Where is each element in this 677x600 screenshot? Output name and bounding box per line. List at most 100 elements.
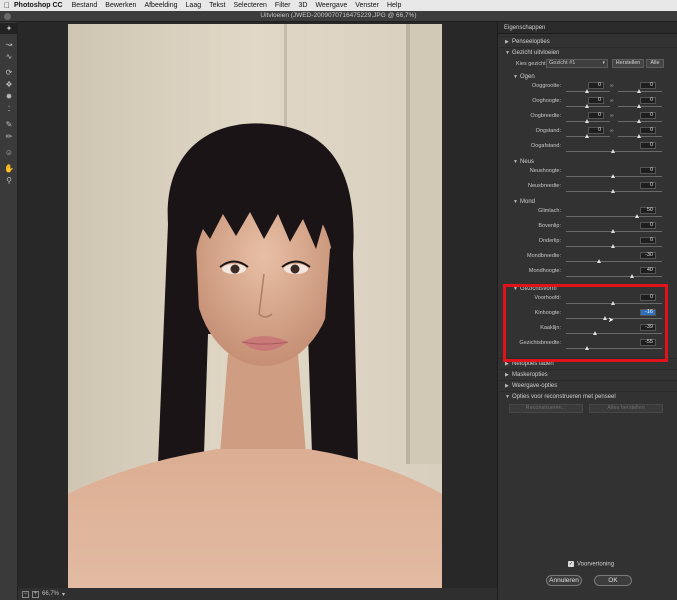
left-value-field[interactable]: 0 [588, 82, 604, 89]
left-slider-thumb[interactable] [585, 119, 589, 123]
slider-thumb[interactable] [635, 214, 639, 218]
value-field[interactable]: 0 [640, 182, 656, 189]
app-name[interactable]: Photoshop CC [14, 2, 63, 9]
left-slider-thumb[interactable] [585, 104, 589, 108]
forward-warp-tool-icon[interactable]: ✦ [0, 23, 18, 34]
section-label: Gezicht uitvloeien [512, 50, 560, 56]
collapsed-triangle-icon: ▶ [505, 383, 509, 389]
value-field[interactable]: 0 [640, 237, 656, 244]
slider-thumb[interactable] [597, 259, 601, 263]
menu-weergave[interactable]: Weergave [315, 2, 347, 9]
ok-button[interactable]: OK [594, 575, 632, 586]
value-field[interactable]: 0 [640, 222, 656, 229]
slider-label: Neushoogte: [529, 168, 561, 174]
hand-tool-icon[interactable]: ✋ [0, 163, 18, 174]
right-value-field[interactable]: 0 [640, 112, 656, 119]
slider-thumb[interactable] [630, 274, 634, 278]
slider-label: Ooghoogte: [532, 98, 561, 104]
section-weergave-opties[interactable]: ▶ Weergave-opties [498, 380, 677, 391]
right-value-field[interactable]: 0 [640, 127, 656, 134]
oogstand-row: Oogstand: 0 ∞ 0 [498, 127, 677, 142]
subsection-label: Ogen [520, 74, 535, 80]
zoom-dropdown-icon[interactable]: ▾ [62, 591, 65, 598]
reconstrueren-button[interactable]: Reconstrueren... [509, 404, 583, 413]
slider-thumb[interactable] [611, 174, 615, 178]
thaw-mask-tool-icon[interactable]: ✏ [0, 131, 18, 142]
link-icon[interactable]: ∞ [610, 113, 614, 119]
menu-help[interactable]: Help [387, 2, 401, 9]
menu-filter[interactable]: Filter [275, 2, 291, 9]
subsection-mond[interactable]: ▼ Mond [498, 197, 677, 207]
section-maskeropties[interactable]: ▶ Maskeropties [498, 369, 677, 380]
slider-thumb[interactable] [611, 244, 615, 248]
section-gezicht-uitvloeien[interactable]: ▼ Gezicht uitvloeien [498, 47, 677, 58]
cancel-button[interactable]: Annuleren [546, 575, 582, 586]
slider-thumb[interactable] [611, 229, 615, 233]
alle-button[interactable]: Alle [646, 59, 664, 68]
checkmark-icon: ✓ [568, 561, 574, 567]
herstellen-button[interactable]: Herstellen [612, 59, 644, 68]
slider-thumb[interactable] [611, 189, 615, 193]
value-field[interactable]: 50 [640, 207, 656, 214]
slider-label: Oogstand: [535, 128, 561, 134]
menu-3d[interactable]: 3D [298, 2, 307, 9]
face-tool-icon[interactable]: ☺ [0, 147, 18, 158]
menu-bewerken[interactable]: Bewerken [105, 2, 136, 9]
push-left-tool-icon[interactable]: ⍘ [0, 103, 18, 114]
left-value-field[interactable]: 0 [588, 127, 604, 134]
value-field[interactable]: -30 [640, 252, 656, 259]
subsection-ogen[interactable]: ▼ Ogen [498, 72, 677, 82]
pucker-tool-icon[interactable]: ❖ [0, 79, 18, 90]
left-value-field[interactable]: 0 [588, 97, 604, 104]
right-slider-thumb[interactable] [637, 89, 641, 93]
link-icon[interactable]: ∞ [610, 83, 614, 89]
right-value-field[interactable]: 0 [640, 82, 656, 89]
value-field[interactable]: 0 [640, 142, 656, 149]
right-slider-thumb[interactable] [637, 104, 641, 108]
alles-herstellen-button[interactable]: Alles herstellen [589, 404, 663, 413]
menu-afbeelding[interactable]: Afbeelding [144, 2, 177, 9]
zoom-level[interactable]: 66,7% [42, 591, 59, 597]
slider-track[interactable] [566, 261, 662, 262]
menu-bestand[interactable]: Bestand [72, 2, 98, 9]
right-slider-thumb[interactable] [637, 134, 641, 138]
bloat-tool-icon[interactable]: ✸ [0, 91, 18, 102]
slider-track[interactable] [566, 216, 662, 217]
window-title-bar: Uitvloeien (JWED-2009070716475229.JPG @ … [0, 11, 677, 22]
menu-venster[interactable]: Venster [355, 2, 379, 9]
slider-thumb[interactable] [611, 149, 615, 153]
zoom-out-button[interactable]: − [22, 590, 29, 598]
subsection-neus[interactable]: ▼ Neus [498, 157, 677, 167]
right-slider-thumb[interactable] [637, 119, 641, 123]
neusbreedte-row: Neusbreedte: 0 [498, 182, 677, 197]
section-penseelopties[interactable]: ▶ Penseelopties [498, 36, 677, 47]
neushoogte-row: Neushoogte: 0 [498, 167, 677, 182]
portrait-photo[interactable] [68, 24, 442, 588]
zoom-tool-icon[interactable]: ⚲ [0, 175, 18, 186]
collapsed-triangle-icon: ▶ [505, 39, 509, 45]
link-icon[interactable]: ∞ [610, 98, 614, 104]
menu-laag[interactable]: Laag [186, 2, 202, 9]
apple-icon[interactable]:  [0, 1, 14, 10]
smooth-tool-icon[interactable]: ∿ [0, 51, 18, 62]
image-canvas[interactable]: − + 66,7% ▾ [18, 22, 497, 600]
left-value-field[interactable]: 0 [588, 112, 604, 119]
left-slider-thumb[interactable] [585, 134, 589, 138]
menu-selecteren[interactable]: Selecteren [233, 2, 266, 9]
face-select[interactable]: Gezicht #1 ▾ [546, 59, 608, 68]
freeze-mask-tool-icon[interactable]: ✎ [0, 119, 18, 130]
value-field[interactable]: 40 [640, 267, 656, 274]
zoom-in-button[interactable]: + [32, 590, 39, 598]
slider-track[interactable] [566, 276, 662, 277]
menu-tekst[interactable]: Tekst [209, 2, 225, 9]
value-field[interactable]: 0 [640, 167, 656, 174]
preview-checkbox[interactable]: ✓ Voorvertoning [568, 561, 614, 568]
left-slider-thumb[interactable] [585, 89, 589, 93]
status-bar: − + 66,7% ▾ [18, 588, 497, 600]
twirl-tool-icon[interactable]: ⟳ [0, 67, 18, 78]
right-value-field[interactable]: 0 [640, 97, 656, 104]
slider-label: Bovenlip: [538, 223, 561, 229]
section-reconstrueren[interactable]: ▼ Opties voor reconstrueren met penseel [498, 391, 677, 402]
reconstruct-tool-icon[interactable]: ↝ [0, 39, 18, 50]
link-icon[interactable]: ∞ [610, 128, 614, 134]
